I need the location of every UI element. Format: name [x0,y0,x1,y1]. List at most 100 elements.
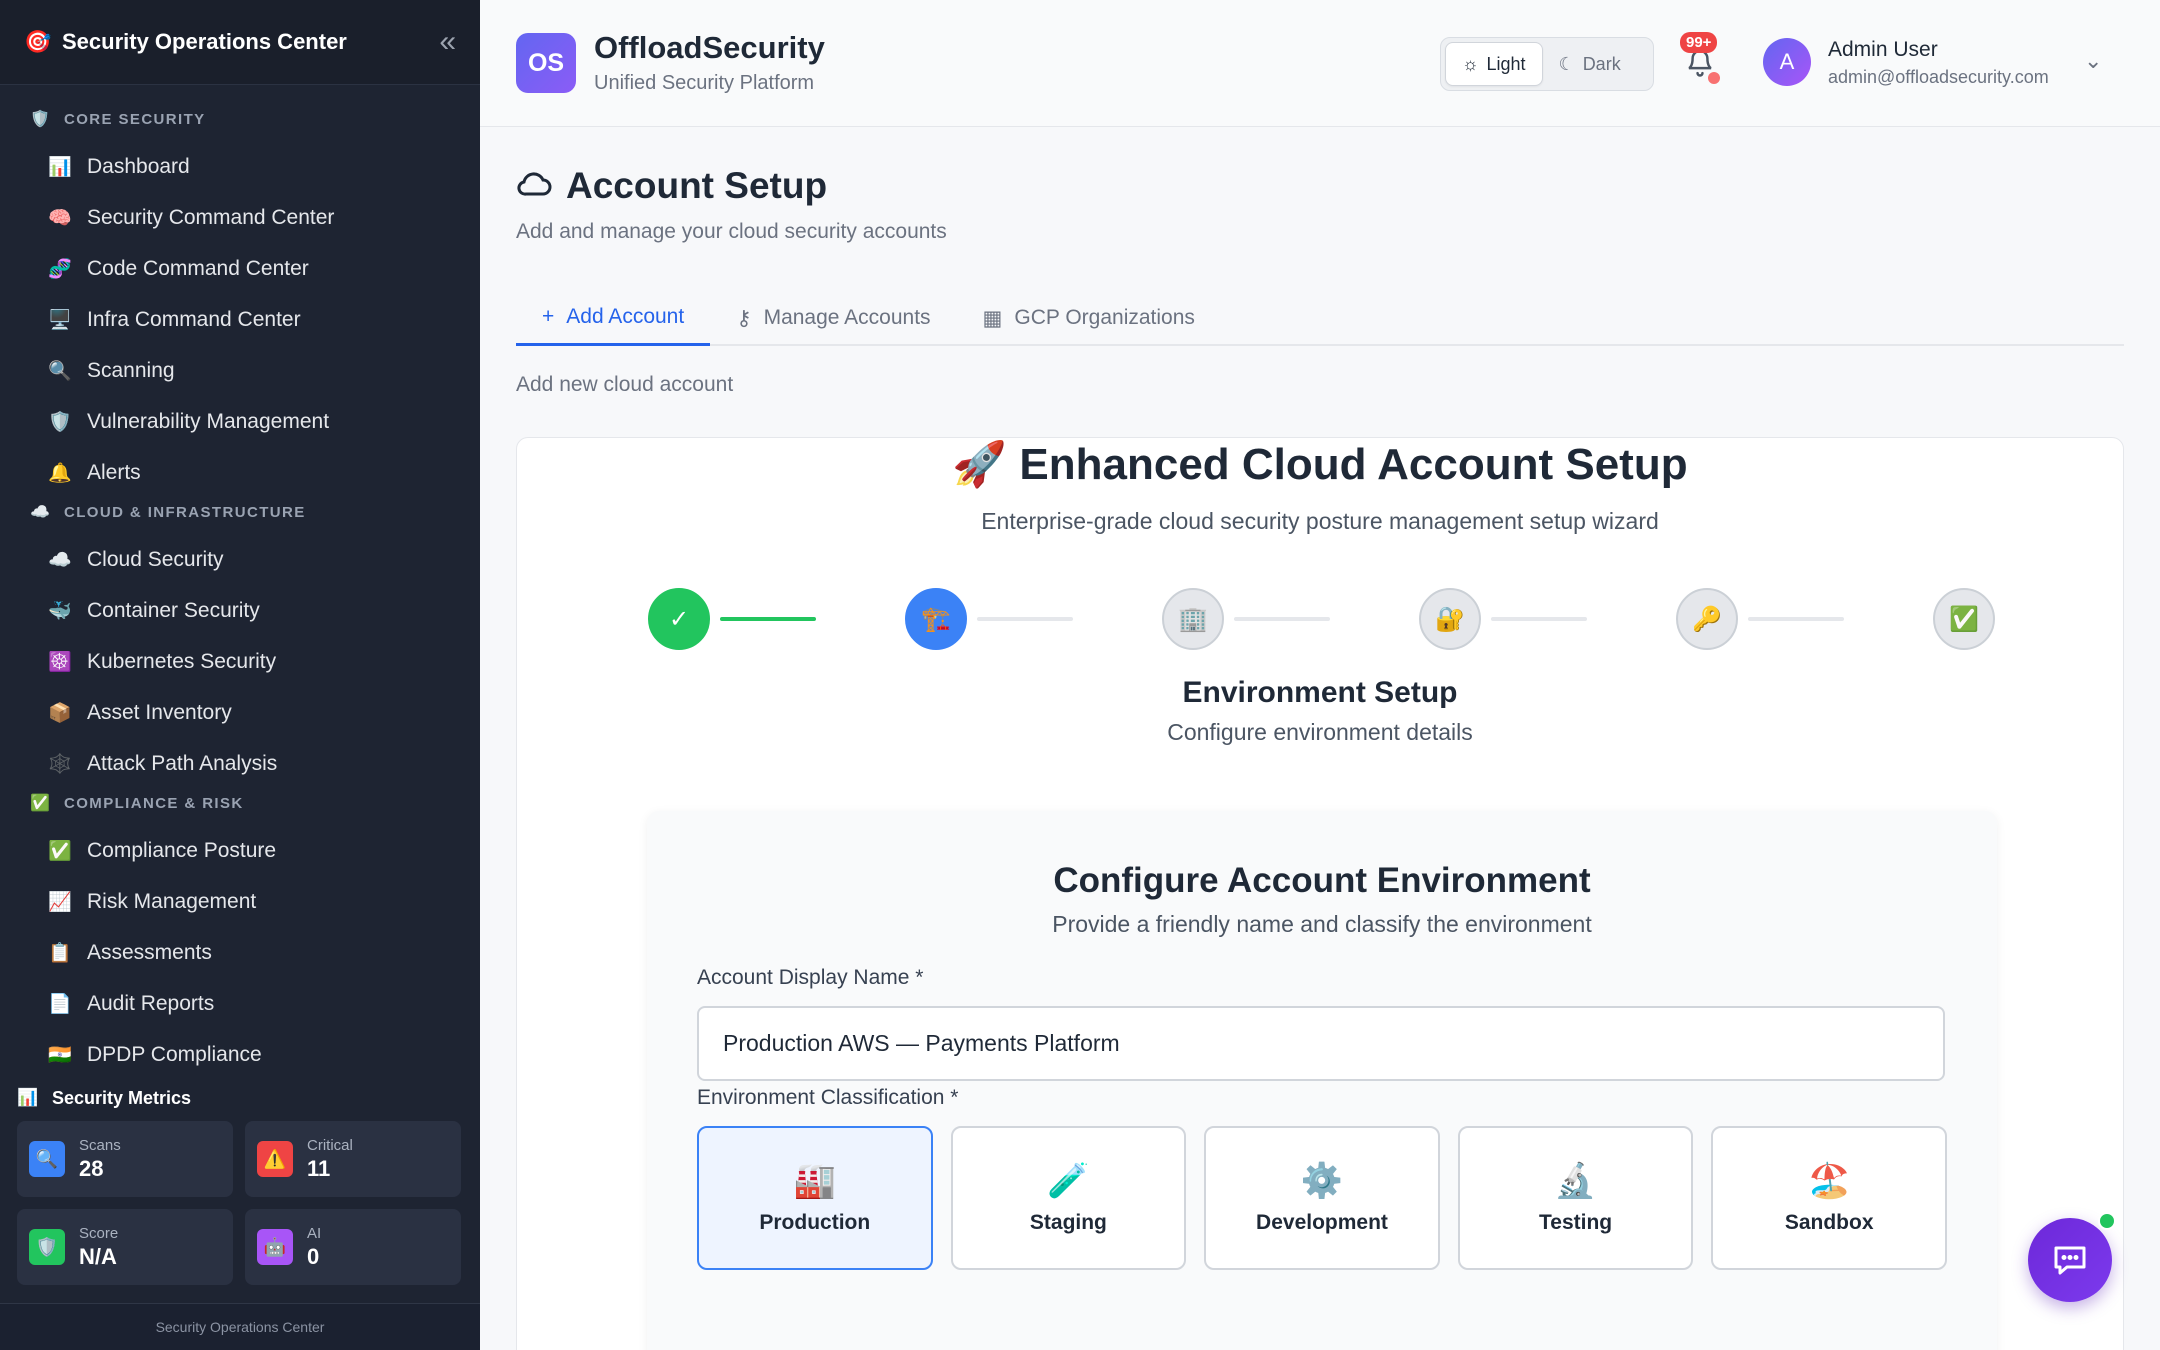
package-icon: 📦 [48,702,72,724]
metric-scans[interactable]: 🔍 Scans 28 [17,1121,233,1197]
step-3-building-icon[interactable]: 🏢 [1162,588,1224,650]
env-option-production[interactable]: 🏭 Production [697,1126,933,1270]
user-email: admin@offloadsecurity.com [1828,67,2049,87]
sidebar-item-kubernetes-security[interactable]: ☸️ Kubernetes Security [0,636,480,687]
metric-score[interactable]: 🛡️ Score N/A [17,1209,233,1285]
metric-critical[interactable]: ⚠️ Critical 11 [245,1121,461,1197]
tab-label: Manage Accounts [763,306,931,329]
cloud-icon [516,167,552,206]
metric-label: Score [79,1224,119,1242]
step-5-key-icon[interactable]: 🔑 [1676,588,1738,650]
metric-label: AI [307,1224,322,1242]
metric-grid: 🔍 Scans 28 ⚠️ Critical 11 🛡️ Score N/A 🤖 AI… [17,1121,463,1285]
sidebar-item-label: Audit Reports [87,991,215,1015]
env-option-label: Production [759,1211,871,1234]
web-icon: 🕸️ [48,753,72,775]
shield-icon: 🛡️ [48,411,72,433]
metric-ai[interactable]: 🤖 AI 0 [245,1209,461,1285]
step-4-lock-icon[interactable]: 🔐 [1419,588,1481,650]
theme-light-button[interactable]: ☼ Light [1445,42,1543,86]
theme-dark-button[interactable]: ☾ Dark [1543,42,1637,86]
sidebar-item-infra-command-center[interactable]: 🖥️ Infra Command Center [0,294,480,345]
sidebar-item-vulnerability-management[interactable]: 🛡️ Vulnerability Management [0,396,480,447]
sidebar-item-risk-management[interactable]: 📈 Risk Management [0,876,480,927]
sidebar-item-label: Asset Inventory [87,700,232,724]
user-name[interactable]: Admin User [1828,38,1938,62]
sidebar-title: Security Operations Center [62,29,347,54]
sidebar-footer: Security Operations Center [0,1303,480,1350]
chevron-down-icon[interactable]: ⌄ [2084,48,2102,74]
theme-toggle: ☼ Light ☾ Dark [1440,37,1654,91]
step-2-construction-icon[interactable]: 🏗️ [905,588,967,650]
environment-options: 🏭 Production 🧪 Staging ⚙️ Development 🔬 … [697,1126,1947,1270]
section-label: CORE SECURITY [64,110,206,128]
shield-icon: 🛡️ [30,111,50,128]
metric-value: N/A [79,1243,117,1269]
brand-tagline: Unified Security Platform [594,72,815,94]
environment-label: Environment Classification * [697,1086,959,1109]
sidebar-item-alerts[interactable]: 🔔 Alerts [0,447,480,498]
sidebar: 🎯 Security Operations Center « 🛡️ CORE S… [0,0,480,1350]
collapse-sidebar-icon[interactable]: « [439,25,456,59]
beach-icon: 🏖️ [1808,1162,1851,1200]
theme-dark-label: Dark [1582,53,1621,74]
sidebar-item-security-command-center[interactable]: 🧠 Security Command Center [0,192,480,243]
sidebar-item-audit-reports[interactable]: 📄 Audit Reports [0,978,480,1029]
tab-label: Add Account [566,304,685,328]
target-icon: 🎯 [24,29,52,54]
env-option-testing[interactable]: 🔬 Testing [1457,1126,1694,1270]
sidebar-item-label: Scanning [87,358,175,382]
search-icon: 🔍 [48,360,72,382]
sidebar-item-dashboard[interactable]: 📊 Dashboard [0,141,480,192]
sidebar-item-attack-path-analysis[interactable]: 🕸️ Attack Path Analysis [0,738,480,789]
trend-icon: 📈 [48,891,72,913]
sidebar-item-label: Infra Command Center [87,307,301,331]
brain-icon: 🧠 [48,207,72,229]
notification-dot [1708,72,1720,84]
env-option-staging[interactable]: 🧪 Staging [950,1126,1187,1270]
step-description: Configure environment details [1167,719,1473,745]
theme-light-label: Light [1486,53,1526,74]
sidebar-item-container-security[interactable]: 🐳 Container Security [0,585,480,636]
chat-button[interactable] [2028,1218,2112,1302]
tab-gcp-organizations[interactable]: ▦ GCP Organizations [957,290,1221,346]
sidebar-item-label: Cloud Security [87,547,224,571]
sidebar-item-code-command-center[interactable]: 🧬 Code Command Center [0,243,480,294]
account-name-field[interactable] [697,1006,1945,1081]
step-title: Environment Setup [1182,676,1458,709]
security-metrics: 📊 Security Metrics 🔍 Scans 28 ⚠️ Critical… [0,1075,480,1285]
brand-logo[interactable]: OS [516,33,576,93]
metric-value: 11 [307,1155,331,1181]
sidebar-item-scanning[interactable]: 🔍 Scanning [0,345,480,396]
environment-form: Configure Account Environment Provide a … [647,811,1997,1350]
sidebar-item-cloud-security[interactable]: ☁️ Cloud Security [0,534,480,585]
sidebar-nav: 🛡️ CORE SECURITY 📊 Dashboard 🧠 Security Co… [0,85,480,1075]
avatar[interactable]: A [1763,38,1811,86]
env-option-development[interactable]: ⚙️ Development [1204,1126,1440,1270]
setup-wizard-card: 🚀 Enhanced Cloud Account Setup Enterpris… [516,437,2124,1350]
step-6-check-icon[interactable]: ✅ [1933,588,1995,650]
whale-icon: 🐳 [48,600,72,622]
chat-icon [2054,1246,2086,1275]
bar-chart-icon: 📊 [48,156,72,178]
sidebar-header: 🎯 Security Operations Center « [0,0,480,85]
step-connector [1234,617,1330,621]
section-compliance-risk: ✅ COMPLIANCE & RISK [0,789,480,817]
metric-label: Scans [79,1136,121,1154]
env-option-sandbox[interactable]: 🏖️ Sandbox [1711,1126,1947,1270]
sidebar-item-assessments[interactable]: 📋 Assessments [0,927,480,978]
tab-add-account[interactable]: + Add Account [516,290,711,346]
sidebar-item-compliance-posture[interactable]: ✅ Compliance Posture [0,825,480,876]
sidebar-item-asset-inventory[interactable]: 📦 Asset Inventory [0,687,480,738]
sidebar-item-dpdp-compliance[interactable]: 🇮🇳 DPDP Compliance [0,1029,480,1075]
factory-icon: 🏭 [793,1162,836,1200]
tab-manage-accounts[interactable]: ⚷ Manage Accounts [710,290,956,346]
account-name-label: Account Display Name * [697,966,924,989]
warning-icon: ⚠️ [257,1141,293,1177]
step-1-complete-check-icon[interactable]: ✓ [648,588,710,650]
helm-icon: ☸️ [48,651,72,673]
env-option-label: Testing [1539,1211,1613,1234]
metrics-title-label: Security Metrics [52,1087,192,1108]
sidebar-item-label: Attack Path Analysis [87,751,278,775]
metrics-title: 📊 Security Metrics [17,1075,463,1121]
